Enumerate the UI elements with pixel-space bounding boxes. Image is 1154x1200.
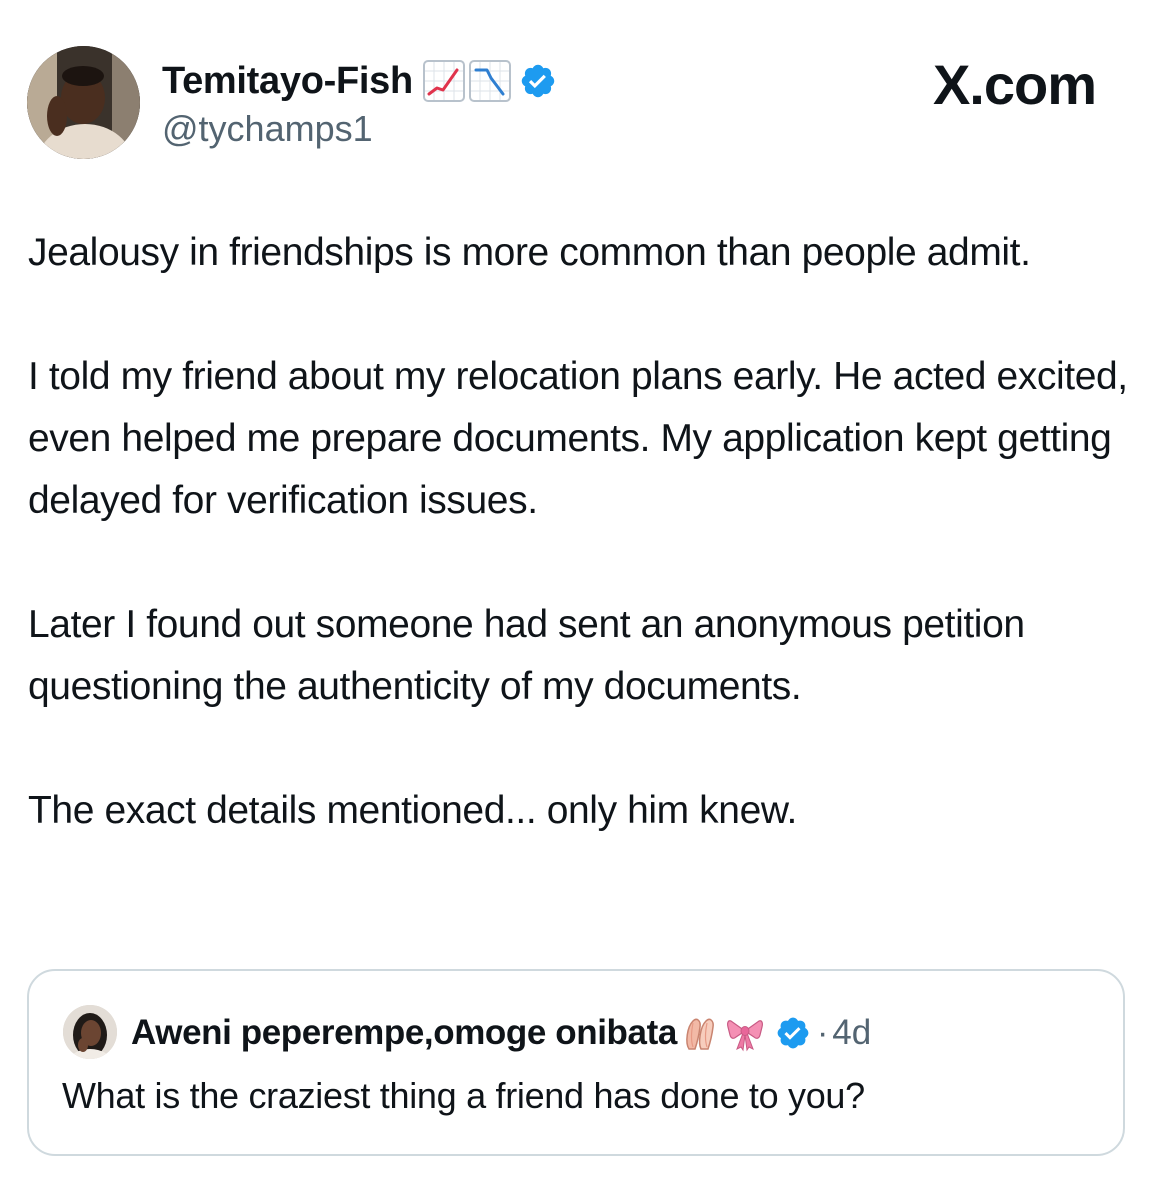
quoted-author-avatar[interactable] — [63, 1005, 117, 1059]
tweet-paragraph: I told my friend about my relocation pla… — [28, 355, 1128, 522]
ballet-shoes-icon — [681, 1013, 721, 1053]
author-avatar[interactable] — [27, 46, 140, 159]
ribbon-icon — [725, 1013, 765, 1053]
tweet-text: Jealousy in friendships is more common t… — [28, 222, 1128, 904]
quoted-tweet-card[interactable]: Aweni peperempe,omoge onibata · 4d What … — [27, 969, 1125, 1156]
author-display-name[interactable]: Temitayo-Fish — [162, 60, 413, 103]
quoted-timestamp[interactable]: 4d — [832, 1013, 871, 1053]
quoted-tweet-text: What is the craziest thing a friend has … — [62, 1075, 865, 1116]
quoted-verified-badge-icon[interactable] — [775, 1015, 811, 1051]
verified-badge-icon[interactable] — [519, 62, 557, 100]
tweet-paragraph: The exact details mentioned... only him … — [28, 789, 797, 832]
chart-decreasing-icon — [468, 60, 511, 102]
quoted-author-name-row: Aweni peperempe,omoge onibata · 4d — [131, 1009, 871, 1057]
quoted-author-display-name[interactable]: Aweni peperempe,omoge onibata — [131, 1013, 677, 1053]
tweet-header: Temitayo-Fish @tychamps1 X.com — [0, 0, 1154, 200]
site-watermark: X.com — [932, 53, 1097, 116]
tweet-paragraph: Later I found out someone had sent an an… — [28, 603, 1025, 708]
chart-increasing-icon — [422, 60, 465, 102]
tweet-paragraph: Jealousy in friendships is more common t… — [28, 231, 1031, 274]
author-name-row: Temitayo-Fish — [162, 56, 557, 106]
meta-separator: · — [816, 1013, 829, 1052]
author-handle[interactable]: @tychamps1 — [162, 108, 373, 150]
